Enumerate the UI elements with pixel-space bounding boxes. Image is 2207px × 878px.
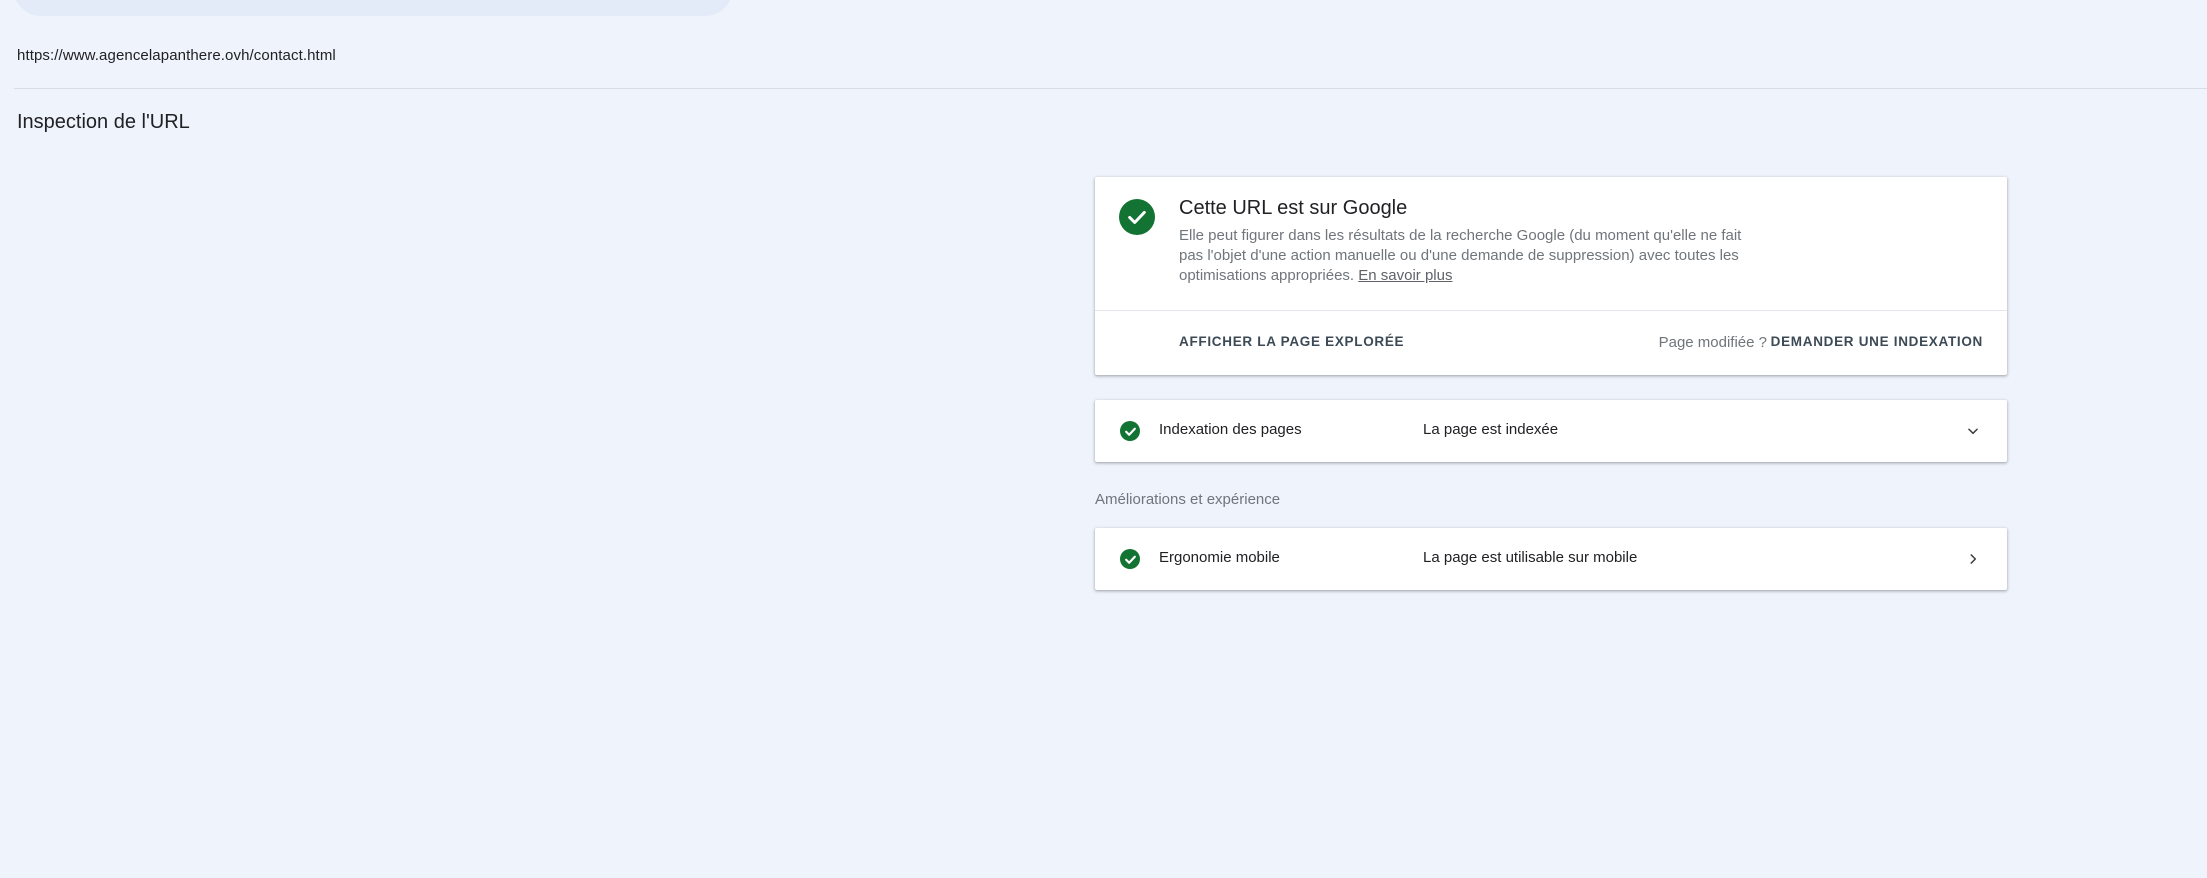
mobile-usability-row[interactable]: Ergonomie mobile La page est utilisable … [1095, 528, 2007, 590]
status-description-text: Elle peut figurer dans les résultats de … [1179, 227, 1742, 284]
check-circle-icon [1120, 421, 1140, 441]
view-crawled-page-button[interactable]: AFFICHER LA PAGE EXPLORÉE [1179, 334, 1404, 349]
page-indexing-label: Indexation des pages [1159, 421, 1302, 438]
chevron-down-icon[interactable] [1963, 421, 1983, 441]
status-title: Cette URL est sur Google [1179, 197, 1408, 219]
check-circle-icon [1119, 199, 1155, 235]
check-circle-icon [1120, 549, 1140, 569]
learn-more-link[interactable]: En savoir plus [1358, 267, 1452, 284]
request-indexing-button[interactable]: DEMANDER UNE INDEXATION [1771, 334, 1983, 349]
enhancements-section-label: Améliorations et expérience [1095, 491, 1281, 508]
url-search-bar[interactable] [13, 0, 733, 16]
mobile-usability-value: La page est utilisable sur mobile [1423, 549, 1638, 566]
inspected-url: https://www.agencelapanthere.ovh/contact… [17, 47, 336, 64]
status-actions: AFFICHER LA PAGE EXPLORÉE Page modifiée … [1095, 311, 2007, 375]
header-divider [14, 88, 2207, 89]
page-title: Inspection de l'URL [17, 111, 190, 133]
indexing-status-card: Cette URL est sur Google Elle peut figur… [1095, 177, 2007, 375]
page-indexing-value: La page est indexée [1423, 421, 1559, 438]
page-indexing-row[interactable]: Indexation des pages La page est indexée [1095, 400, 2007, 462]
chevron-right-icon[interactable] [1963, 549, 1983, 569]
page-modified-label: Page modifiée ? [1658, 334, 1767, 351]
mobile-usability-label: Ergonomie mobile [1159, 549, 1280, 566]
status-summary: Cette URL est sur Google Elle peut figur… [1095, 177, 2007, 311]
status-description: Elle peut figurer dans les résultats de … [1179, 226, 1759, 286]
